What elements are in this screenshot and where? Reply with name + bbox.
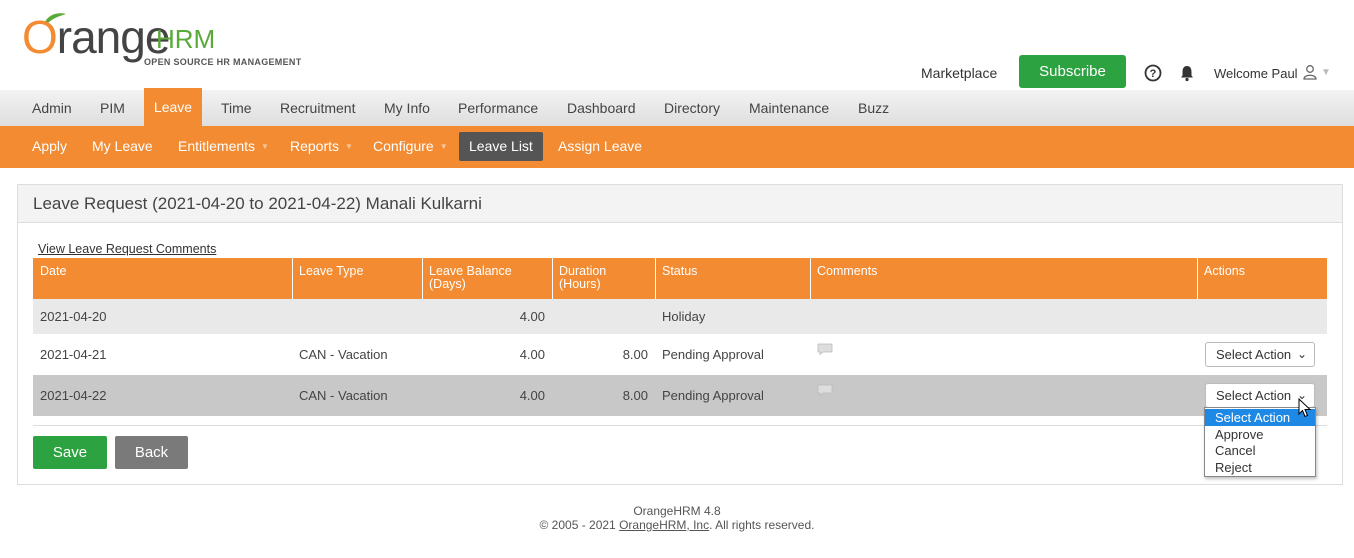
subnav-reports[interactable]: Reports ▼ [280,132,363,161]
cell-leave-type: CAN - Vacation [299,347,388,362]
cell-duration: 8.00 [622,347,648,362]
col-divider [1197,258,1198,299]
nav-dashboard[interactable]: Dashboard [557,90,646,126]
col-divider [810,258,811,299]
subscribe-button[interactable]: Subscribe [1019,55,1126,88]
mouse-cursor-icon [1298,398,1312,418]
marketplace-link[interactable]: Marketplace [921,65,997,81]
cell-date: 2021-04-20 [40,309,107,324]
option-approve[interactable]: Approve [1205,426,1315,443]
cell-status: Pending Approval [662,388,764,403]
cell-leave-type: CAN - Vacation [299,388,388,403]
footer: OrangeHRM 4.8 © 2005 - 2021 OrangeHRM, I… [0,504,1354,532]
nav-leave[interactable]: Leave [144,88,202,126]
logo-hrm: HRM [156,24,216,54]
footer-version: OrangeHRM 4.8 [633,504,721,518]
cell-date: 2021-04-22 [40,388,107,403]
company-link[interactable]: OrangeHRM, Inc [619,518,709,532]
nav-admin[interactable]: Admin [22,90,82,126]
back-button[interactable]: Back [115,436,188,469]
save-button[interactable]: Save [33,436,107,469]
col-duration-line1: Duration [559,264,607,278]
comment-icon[interactable] [817,384,833,396]
subnav-my-leave[interactable]: My Leave [82,132,163,161]
logo-o: O [22,11,58,63]
header: Orange HRM OPEN SOURCE HR MANAGEMENT Mar… [0,0,1354,90]
nav-directory[interactable]: Directory [654,90,730,126]
nav-recruitment[interactable]: Recruitment [270,90,365,126]
user-icon[interactable] [1302,64,1318,80]
cell-status: Holiday [662,309,706,324]
chevron-down-icon: ▼ [261,142,269,151]
nav-time[interactable]: Time [211,90,262,126]
panel-header: Leave Request (2021-04-20 to 2021-04-22)… [18,185,1342,223]
option-cancel[interactable]: Cancel [1205,442,1315,459]
col-leave-balance-line2: (Days) [429,277,466,291]
view-comments-link[interactable]: View Leave Request Comments [38,242,216,256]
subnav-configure[interactable]: Configure ▼ [363,132,458,161]
col-leave-balance-line1: Leave Balance [429,264,512,278]
nav-maintenance[interactable]: Maintenance [739,90,839,126]
col-divider [422,258,423,299]
subnav-entitlements[interactable]: Entitlements ▼ [168,132,279,161]
chevron-down-icon: ▼ [439,142,448,151]
footer-copyright: © 2005 - 2021 OrangeHRM, Inc. All rights… [0,518,1354,532]
subnav-leave-list[interactable]: Leave List [459,132,543,161]
table-row: 2021-04-22 CAN - Vacation 4.00 8.00 Pend… [33,375,1327,416]
col-duration: Duration (Hours) [559,265,606,291]
chevron-down-icon: ▼ [345,142,353,151]
leave-request-panel: Leave Request (2021-04-20 to 2021-04-22)… [17,184,1343,485]
nav-performance[interactable]: Performance [448,90,548,126]
cell-duration: 8.00 [622,388,648,403]
orangehrm-logo[interactable]: Orange HRM OPEN SOURCE HR MANAGEMENT [20,10,310,70]
col-date: Date [40,264,67,278]
action-select-value: Select Action [1216,347,1292,362]
nav-pim[interactable]: PIM [90,90,135,126]
subnav-apply[interactable]: Apply [22,132,77,161]
col-comments: Comments [817,264,878,278]
copyright-suffix: . All rights reserved. [709,518,815,532]
sub-nav: Apply My Leave Entitlements ▼ Reports ▼ Co… [0,126,1354,168]
chevron-down-icon: ⌄ [1296,347,1307,361]
nav-my-info[interactable]: My Info [374,90,440,126]
col-leave-type: Leave Type [299,264,364,278]
cell-date: 2021-04-21 [40,347,107,362]
action-select-value: Select Action [1216,388,1292,403]
svg-text:?: ? [1150,68,1157,80]
col-divider [292,258,293,299]
subnav-configure-label: Configure [373,138,434,154]
cell-balance: 4.00 [519,388,545,403]
cell-balance: 4.00 [519,347,545,362]
table-row: 2021-04-20 4.00 Holiday [33,299,1327,334]
logo-tagline: OPEN SOURCE HR MANAGEMENT [144,57,302,67]
col-divider [655,258,656,299]
table-header: Date Leave Type Leave Balance (Days) Dura… [33,258,1327,299]
bell-icon[interactable] [1178,64,1196,82]
col-duration-line2: (Hours) [559,277,601,291]
page-title: Leave Request (2021-04-20 to 2021-04-22)… [33,194,482,213]
col-actions: Actions [1204,264,1245,278]
subnav-assign-leave[interactable]: Assign Leave [548,132,652,161]
col-leave-balance: Leave Balance (Days) [429,265,512,291]
col-status: Status [662,264,698,278]
table-row: 2021-04-21 CAN - Vacation 4.00 8.00 Pend… [33,334,1327,375]
logo-range: range [56,11,171,63]
divider [33,425,1327,426]
option-reject[interactable]: Reject [1205,459,1315,476]
subnav-entitlements-label: Entitlements [178,138,256,154]
nav-buzz[interactable]: Buzz [848,90,899,126]
logo-wordmark: Orange [22,10,171,64]
welcome-user[interactable]: Welcome Paul [1214,66,1298,81]
subnav-reports-label: Reports [290,138,340,154]
action-select[interactable]: Select Action ⌄ [1205,342,1315,367]
cell-balance: 4.00 [519,309,545,324]
chevron-down-icon[interactable]: ▼ [1321,67,1331,78]
copyright-prefix: © 2005 - 2021 [539,518,616,532]
help-icon[interactable]: ? [1144,64,1162,82]
col-divider [552,258,553,299]
cell-status: Pending Approval [662,347,764,362]
main-nav: Admin PIM Leave Time Recruitment My Info… [0,88,1354,126]
comment-icon[interactable] [817,343,833,355]
